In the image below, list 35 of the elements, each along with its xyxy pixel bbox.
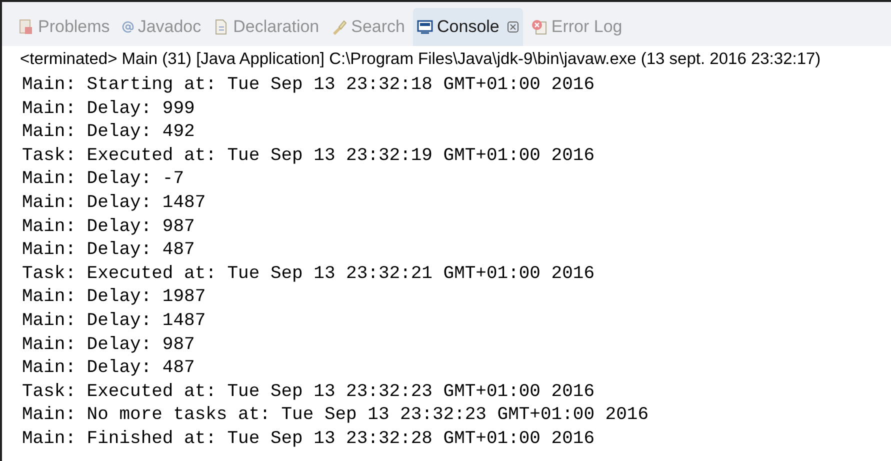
console-line: Main: Delay: -7 bbox=[22, 168, 186, 192]
console-line: Main: Delay: 492 bbox=[22, 121, 196, 144]
console-line: Main: Delay: 1987 bbox=[22, 286, 207, 310]
tab-label: Declaration bbox=[233, 16, 320, 38]
tab-label: Search bbox=[351, 16, 406, 38]
console-line: Main: Delay: 999 bbox=[22, 98, 196, 121]
console-line: Task: Executed at: Tue Sep 13 23:32:23 GMT+01:00 2016 bbox=[22, 380, 596, 404]
console-line: Main: Delay: 1487 bbox=[22, 192, 207, 215]
console-line: Main: Finished at: Tue Sep 13 23:32:28 GMT+01:00 2016 bbox=[22, 428, 596, 451]
console-line: Main: No more tasks at: Tue Sep 13 23:32:23 GMT+01:00 2016 bbox=[22, 404, 650, 428]
tab[interactable]: Javadoc bbox=[118, 8, 206, 46]
problems-icon bbox=[18, 19, 34, 35]
console-line: Main: Delay: 987 bbox=[22, 216, 196, 239]
console-line: Task: Executed at: Tue Sep 13 23:32:21 GMT+01:00 2016 bbox=[22, 262, 596, 286]
flashlight-icon bbox=[331, 19, 348, 35]
close-icon[interactable] bbox=[507, 21, 520, 33]
at-icon bbox=[122, 21, 134, 33]
tab-label: Console bbox=[437, 16, 500, 38]
console-line: Main: Starting at: Tue Sep 13 23:32:18 GMT+01:00 2016 bbox=[22, 74, 596, 97]
tab[interactable]: Error Log bbox=[527, 8, 626, 46]
document-icon bbox=[213, 19, 230, 35]
console-line: Main: Delay: 1487 bbox=[22, 310, 207, 333]
console-line: Task: Executed at: Tue Sep 13 23:32:19 GMT+01:00 2016 bbox=[22, 144, 596, 168]
tab[interactable]: Declaration bbox=[209, 8, 324, 46]
tab[interactable]: Console bbox=[413, 8, 524, 46]
tab[interactable]: Problems bbox=[14, 8, 114, 46]
console-line: Main: Delay: 487 bbox=[22, 357, 196, 380]
tab[interactable]: Search bbox=[327, 8, 410, 46]
tab-label: Problems bbox=[38, 16, 110, 38]
console-line: Main: Delay: 987 bbox=[22, 334, 196, 357]
tab-label: Error Log bbox=[551, 16, 622, 38]
monitor-icon bbox=[417, 19, 434, 35]
error-log-icon bbox=[531, 19, 548, 35]
console-line: Main: Delay: 487 bbox=[22, 239, 196, 262]
tab-label: Javadoc bbox=[138, 16, 202, 38]
